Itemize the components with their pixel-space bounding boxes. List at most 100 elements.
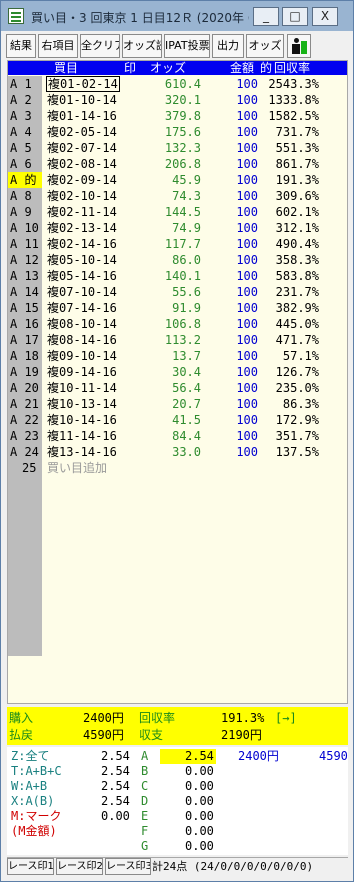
bet-odds: 132.3: [164, 141, 201, 155]
bet-row[interactable]: A 3 複01-14-16 379.8 100 1582.5%: [8, 108, 347, 124]
bet-amount: 100: [236, 333, 258, 347]
group-label[interactable]: W:A+B: [11, 779, 47, 794]
group-value: 2.54: [101, 779, 130, 793]
arrow-link[interactable]: [→]: [275, 710, 297, 726]
bet-amount: 100: [236, 109, 258, 123]
bet-row[interactable]: A 13 複05-14-16 140.1 100 583.8%: [8, 268, 347, 284]
group-label[interactable]: M:マーク: [11, 809, 61, 824]
bet-combination: 複10-13-14: [47, 397, 117, 411]
race-mark-tab-2[interactable]: レース印2: [56, 858, 103, 875]
bet-row[interactable]: A 24 複13-14-16 33.0 100 137.5%: [8, 444, 347, 460]
clear-all-button[interactable]: 全クリア: [80, 34, 120, 58]
bet-row[interactable]: A 20 複10-11-14 56.4 100 235.0%: [8, 380, 347, 396]
bet-combination: 複01-10-14: [47, 93, 117, 107]
bet-combination: 複07-10-14: [47, 285, 117, 299]
mark-label[interactable]: C: [141, 779, 148, 794]
bet-row-index: A 24: [8, 444, 42, 460]
bet-combination: 複08-14-16: [47, 333, 117, 347]
right-item-button[interactable]: 右項目: [38, 34, 78, 58]
bet-combination: 複11-14-16: [47, 429, 117, 443]
bet-row[interactable]: A 23 複11-14-16 84.4 100 351.7%: [8, 428, 347, 444]
bet-window: 買い目・3 回東京 1 日目12Ｒ (2020年 6... _ □ X 結果 右…: [0, 0, 354, 882]
bet-odds: 86.0: [172, 253, 201, 267]
bet-row[interactable]: A 22 複10-14-16 41.5 100 172.9%: [8, 412, 347, 428]
person-icon[interactable]: [287, 34, 311, 58]
bet-return-rate: 231.7%: [275, 285, 319, 299]
bet-row[interactable]: A 11 複02-14-16 117.7 100 490.4%: [8, 236, 347, 252]
mark-label[interactable]: A: [141, 749, 148, 764]
bet-row[interactable]: A 6 複02-08-14 206.8 100 861.7%: [8, 156, 347, 172]
group-label[interactable]: T:A+B+C: [11, 764, 62, 779]
group-value: 0.00: [101, 809, 130, 823]
group-label[interactable]: (M金額): [11, 824, 57, 839]
app-icon: [8, 8, 24, 24]
bet-row-index: A 3: [8, 108, 42, 124]
title-bar[interactable]: 買い目・3 回東京 1 日目12Ｒ (2020年 6... _ □ X: [1, 1, 353, 31]
result-button[interactable]: 結果: [6, 34, 36, 58]
bet-row[interactable]: A 5 複02-07-14 132.3 100 551.3%: [8, 140, 347, 156]
col-amount: 金額: [230, 61, 255, 75]
bet-row[interactable]: A 8 複02-10-14 74.3 100 309.6%: [8, 188, 347, 204]
bet-odds: 144.5: [164, 205, 201, 219]
group-label[interactable]: X:A(B): [11, 794, 54, 809]
odds-button[interactable]: オッズ: [246, 34, 284, 58]
minimize-button[interactable]: _: [253, 7, 279, 26]
window-title: 買い目・3 回東京 1 日目12Ｒ (2020年 6...: [31, 11, 249, 25]
rate-label: 回収率: [139, 711, 176, 725]
bet-combination: 複08-10-14: [47, 317, 117, 331]
close-button[interactable]: X: [312, 7, 338, 26]
read-odds-button[interactable]: オッズ読: [122, 34, 162, 58]
bet-row-index: A 11: [8, 236, 42, 252]
total-count: 計24点 (24/0/0/0/0/0/0/0): [152, 860, 314, 873]
output-button[interactable]: 出力: [212, 34, 244, 58]
payout-label: 払戻: [9, 728, 34, 742]
bet-amount: 100: [236, 397, 258, 411]
bet-amount: 100: [236, 173, 258, 187]
bet-row[interactable]: A 9 複02-11-14 144.5 100 602.1%: [8, 204, 347, 220]
bet-combination: 複02-07-14: [47, 141, 117, 155]
mark-label[interactable]: B: [141, 764, 148, 779]
bet-row-index: A 18: [8, 348, 42, 364]
bet-row-index: A 6: [8, 156, 42, 172]
bet-row-index: A 10: [8, 220, 42, 236]
bet-row[interactable]: A 18 複09-10-14 13.7 100 57.1%: [8, 348, 347, 364]
status-bar: レース印1 レース印2 レース印3 計24点 (24/0/0/0/0/0/0/0…: [7, 857, 348, 875]
maximize-button[interactable]: □: [282, 7, 308, 26]
bet-row[interactable]: A 19 複09-14-16 30.4 100 126.7%: [8, 364, 347, 380]
bet-row[interactable]: A 12 複05-10-14 86.0 100 358.3%: [8, 252, 347, 268]
bet-row[interactable]: A 17 複08-14-16 113.2 100 471.7%: [8, 332, 347, 348]
add-bet-label[interactable]: 買い目追加: [47, 460, 107, 476]
bet-row[interactable]: A 16 複08-10-14 106.8 100 445.0%: [8, 316, 347, 332]
bet-combination: 複05-10-14: [47, 253, 117, 267]
bet-row[interactable]: A 2 複01-10-14 320.1 100 1333.8%: [8, 92, 347, 108]
bet-row[interactable]: A 的複02-09-14 45.9 100 191.3%: [8, 172, 347, 188]
mark-label[interactable]: F: [141, 824, 148, 839]
bet-row[interactable]: A 15 複07-14-16 91.9 100 382.9%: [8, 300, 347, 316]
bet-odds: 74.3: [172, 189, 201, 203]
bet-row[interactable]: A 14 複07-10-14 55.6 100 231.7%: [8, 284, 347, 300]
col-shirushi: 印: [124, 61, 137, 75]
mark-label[interactable]: G: [141, 839, 148, 854]
bet-row-index: A 5: [8, 140, 42, 156]
add-bet-row[interactable]: 25 買い目追加: [8, 460, 347, 476]
bet-row-index: A 2: [8, 92, 42, 108]
bet-amount: 100: [236, 125, 258, 139]
ipat-vote-button[interactable]: IPAT投票: [164, 34, 210, 58]
bet-row[interactable]: A 10 複02-13-14 74.9 100 312.1%: [8, 220, 347, 236]
bet-odds: 30.4: [172, 365, 201, 379]
bet-row[interactable]: A 4 複02-05-14 175.6 100 731.7%: [8, 124, 347, 140]
group-label[interactable]: Z:全て: [11, 749, 49, 764]
bet-row[interactable]: A 1 複01-02-14 610.4 100 2543.3%: [8, 76, 347, 92]
bet-return-rate: 445.0%: [275, 317, 319, 331]
race-mark-tab-1[interactable]: レース印1: [7, 858, 54, 875]
race-mark-tab-3[interactable]: レース印3: [105, 858, 151, 875]
bet-row[interactable]: A 21 複10-13-14 20.7 100 86.3%: [8, 396, 347, 412]
bet-list: 買目 印 オッズ 金額 的 回収率 A 1 複01-02-14 610.4 100 25…: [7, 60, 348, 704]
bet-amount: 100: [236, 77, 258, 91]
bet-odds: 379.8: [164, 109, 201, 123]
mark-label[interactable]: D: [141, 794, 148, 809]
mark-a-amount: 2400円: [238, 749, 279, 763]
bet-return-rate: 235.0%: [275, 381, 319, 395]
mark-label[interactable]: E: [141, 809, 148, 824]
bet-amount: 100: [236, 269, 258, 283]
